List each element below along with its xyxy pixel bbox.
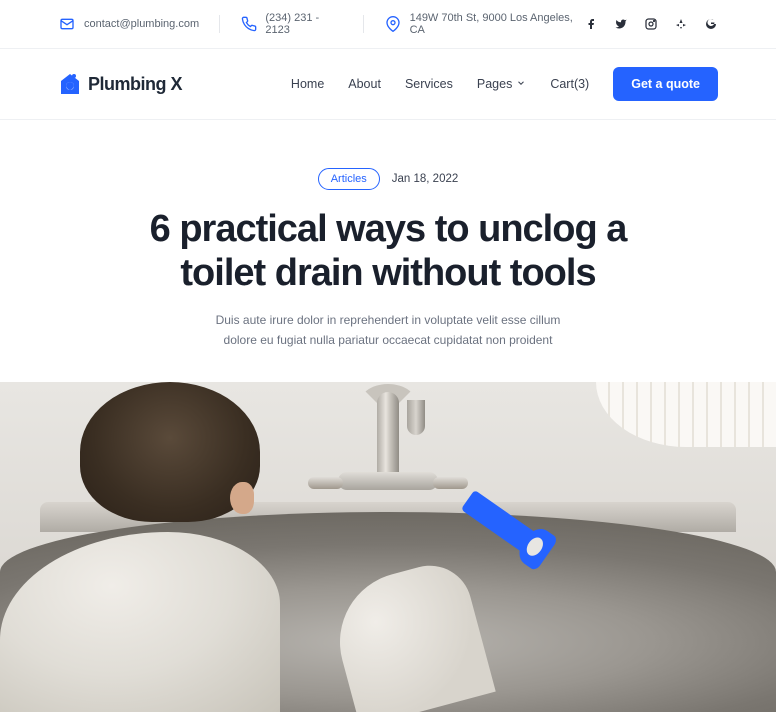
logo-text: Plumbing X: [88, 74, 182, 95]
nav-pages[interactable]: Pages: [477, 77, 526, 91]
article-title: 6 practical ways to unclog a toilet drai…: [108, 208, 668, 295]
navbar: Plumbing X Home About Services Pages Car…: [0, 49, 776, 120]
chevron-down-icon: [516, 77, 526, 91]
article-date: Jan 18, 2022: [392, 173, 459, 185]
divider: [219, 15, 220, 33]
logo-icon: [58, 72, 82, 96]
hero-image: [0, 382, 776, 712]
get-quote-button[interactable]: Get a quote: [613, 67, 718, 101]
phone-icon: [240, 15, 257, 33]
topbar-left: contact@plumbing.com (234) 231 - 2123 14…: [58, 12, 584, 36]
nav-services[interactable]: Services: [405, 77, 453, 91]
category-badge[interactable]: Articles: [318, 168, 380, 190]
email-icon: [58, 15, 76, 33]
email-text: contact@plumbing.com: [84, 18, 199, 30]
topbar: contact@plumbing.com (234) 231 - 2123 14…: [0, 0, 776, 49]
article-subtitle: Duis aute irure dolor in reprehendert in…: [198, 311, 578, 349]
yelp-icon[interactable]: [674, 17, 688, 31]
phone-link[interactable]: (234) 231 - 2123: [240, 12, 343, 36]
instagram-icon[interactable]: [644, 17, 658, 31]
logo[interactable]: Plumbing X: [58, 72, 182, 96]
twitter-icon[interactable]: [614, 17, 628, 31]
location-icon: [384, 15, 401, 33]
email-link[interactable]: contact@plumbing.com: [58, 15, 199, 33]
phone-text: (234) 231 - 2123: [265, 12, 343, 36]
nav-home[interactable]: Home: [291, 77, 324, 91]
address-link[interactable]: 149W 70th St, 9000 Los Angeles, CA: [384, 12, 584, 36]
nav-about[interactable]: About: [348, 77, 381, 91]
article-meta: Articles Jan 18, 2022: [58, 168, 718, 190]
google-icon[interactable]: [704, 17, 718, 31]
nav-links: Home About Services Pages Cart(3) Get a …: [291, 67, 718, 101]
address-text: 149W 70th St, 9000 Los Angeles, CA: [410, 12, 584, 36]
nav-cart[interactable]: Cart(3): [550, 77, 589, 91]
facebook-icon[interactable]: [584, 17, 598, 31]
social-icons: [584, 17, 718, 31]
nav-pages-label: Pages: [477, 77, 512, 91]
divider: [363, 15, 364, 33]
article-header: Articles Jan 18, 2022 6 practical ways t…: [0, 120, 776, 382]
